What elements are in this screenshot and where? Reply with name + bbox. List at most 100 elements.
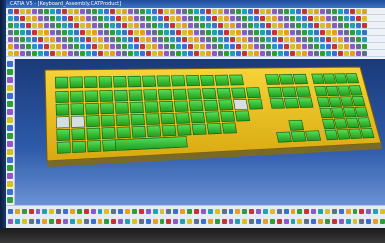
toolbar-icon[interactable] — [140, 15, 145, 21]
toolbar-icon[interactable] — [206, 22, 211, 28]
toolbar-icon[interactable] — [284, 50, 289, 56]
toolbar-icon[interactable] — [62, 36, 67, 42]
toolbar-icon[interactable] — [92, 43, 97, 49]
toolbar-icon[interactable] — [44, 8, 49, 14]
toolbar-icon[interactable] — [56, 36, 61, 42]
toolbar-icon[interactable] — [350, 8, 355, 14]
toolbar-icon[interactable] — [44, 43, 49, 49]
toolbar-icon[interactable] — [248, 50, 253, 56]
toolbar-icon[interactable] — [92, 15, 97, 21]
toolbar-icon[interactable] — [98, 36, 103, 42]
bottom-toolbar-icon[interactable] — [118, 208, 124, 214]
toolbar-icon[interactable] — [296, 29, 301, 35]
left-toolbar-icon[interactable] — [7, 149, 13, 155]
toolbar-icon[interactable] — [20, 43, 25, 49]
bottom-toolbar-icon[interactable] — [283, 218, 289, 224]
toolbar-icon[interactable] — [200, 50, 205, 56]
bottom-toolbar-icon[interactable] — [76, 208, 82, 214]
toolbar-icon[interactable] — [320, 29, 325, 35]
keycap[interactable] — [214, 74, 230, 86]
keycap[interactable] — [245, 87, 261, 99]
toolbar-icon[interactable] — [74, 36, 79, 42]
toolbar-icon[interactable] — [326, 36, 331, 42]
toolbar-icon[interactable] — [122, 22, 127, 28]
keycap[interactable] — [357, 117, 372, 128]
toolbar-icon[interactable] — [74, 50, 79, 56]
keycap[interactable] — [337, 85, 351, 96]
toolbar-icon[interactable] — [176, 43, 181, 49]
bottom-toolbar-icon[interactable] — [352, 208, 358, 214]
toolbar-icon[interactable] — [44, 15, 49, 21]
toolbar-icon[interactable] — [134, 50, 139, 56]
toolbar-icon[interactable] — [284, 8, 289, 14]
toolbar-icon[interactable] — [38, 15, 43, 21]
bottom-toolbar-icon[interactable] — [207, 208, 213, 214]
toolbar-icon[interactable] — [224, 29, 229, 35]
left-toolbar-icon[interactable] — [7, 125, 13, 131]
toolbar-icon[interactable] — [188, 8, 193, 14]
toolbar-icon[interactable] — [320, 50, 325, 56]
left-toolbar-icon[interactable] — [7, 77, 13, 83]
toolbar-icon[interactable] — [218, 50, 223, 56]
bottom-toolbar-icon[interactable] — [228, 218, 234, 224]
keycap[interactable] — [233, 99, 249, 110]
toolbar-icon[interactable] — [242, 22, 247, 28]
keycap[interactable] — [113, 76, 127, 88]
toolbar-icon[interactable] — [8, 22, 13, 28]
keycap[interactable] — [159, 100, 174, 113]
keycap[interactable] — [71, 140, 86, 153]
left-toolbar-icon[interactable] — [7, 117, 13, 123]
bottom-toolbar-icon[interactable] — [111, 218, 117, 224]
toolbar-icon[interactable] — [296, 43, 301, 49]
keycap[interactable] — [324, 129, 339, 141]
toolbar-icon[interactable] — [50, 50, 55, 56]
bottom-toolbar-icon[interactable] — [166, 218, 172, 224]
toolbar-icon[interactable] — [284, 29, 289, 35]
toolbar-icon[interactable] — [134, 43, 139, 49]
toolbar-icon[interactable] — [242, 36, 247, 42]
toolbar-icon[interactable] — [320, 43, 325, 49]
toolbar-icon[interactable] — [182, 50, 187, 56]
toolbar-icon[interactable] — [62, 15, 67, 21]
toolbar-icon[interactable] — [212, 36, 217, 42]
toolbar-icon[interactable] — [140, 43, 145, 49]
toolbar-icon[interactable] — [230, 22, 235, 28]
toolbar-icon[interactable] — [254, 50, 259, 56]
toolbar-icon[interactable] — [98, 29, 103, 35]
toolbar-icon[interactable] — [224, 15, 229, 21]
toolbar-icon[interactable] — [254, 15, 259, 21]
toolbar-icon[interactable] — [236, 22, 241, 28]
toolbar-icon[interactable] — [248, 8, 253, 14]
bottom-toolbar-icon[interactable] — [269, 208, 275, 214]
keycap[interactable] — [348, 85, 363, 96]
toolbar-icon[interactable] — [194, 22, 199, 28]
toolbar-icon[interactable] — [56, 8, 61, 14]
toolbar-icon[interactable] — [104, 36, 109, 42]
toolbar-icon[interactable] — [104, 29, 109, 35]
toolbar-icon[interactable] — [50, 15, 55, 21]
toolbar-icon[interactable] — [266, 43, 271, 49]
bottom-toolbar-icon[interactable] — [8, 218, 13, 224]
toolbar-icon[interactable] — [56, 50, 61, 56]
toolbar-icon[interactable] — [230, 8, 235, 14]
keycap[interactable] — [144, 101, 159, 113]
toolbar-icon[interactable] — [122, 8, 127, 14]
toolbar-icon[interactable] — [326, 50, 331, 56]
toolbar-icon[interactable] — [158, 15, 163, 21]
toolbar-icon[interactable] — [308, 8, 313, 14]
toolbar-icon[interactable] — [98, 8, 103, 14]
keycap[interactable] — [221, 122, 237, 134]
toolbar-icon[interactable] — [188, 29, 193, 35]
toolbar-icon[interactable] — [86, 29, 91, 35]
toolbar-icon[interactable] — [122, 50, 127, 56]
toolbar-icon[interactable] — [110, 29, 115, 35]
bottom-toolbar-icon[interactable] — [276, 218, 282, 224]
toolbar-icon[interactable] — [212, 8, 217, 14]
keycap[interactable] — [267, 86, 283, 98]
keycap[interactable] — [319, 107, 333, 119]
toolbar-icon[interactable] — [104, 15, 109, 21]
toolbar-icon[interactable] — [290, 15, 295, 21]
toolbar-icon[interactable] — [314, 29, 319, 35]
toolbar-icon[interactable] — [230, 29, 235, 35]
toolbar-icon[interactable] — [140, 50, 145, 56]
